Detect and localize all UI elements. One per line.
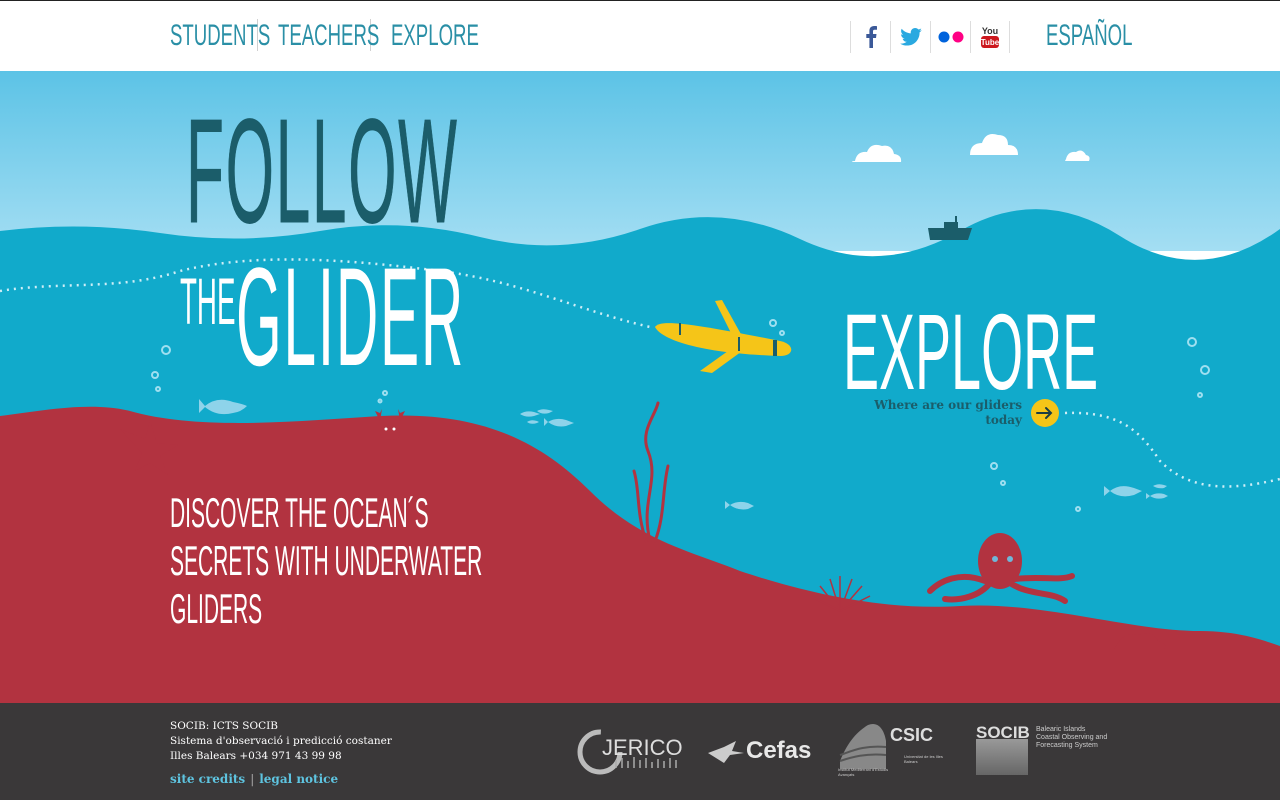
hero-scene: FOLLOW THE GLIDER DISCOVER THE OCEAN´S S… xyxy=(0,71,1280,703)
title-the: THE xyxy=(180,264,236,338)
footer-separator: | xyxy=(250,772,255,786)
socib-logo-text: SOCIB xyxy=(976,723,1030,742)
socib-logo[interactable]: SOCIB Balearic Islands Coastal Observing… xyxy=(976,723,1108,779)
title-follow: FOLLOW xyxy=(186,89,459,254)
twitter-icon[interactable] xyxy=(890,21,930,53)
footer: SOCIB: ICTS SOCIB Sistema d'observació i… xyxy=(0,703,1280,800)
explore-heading[interactable]: EXPLORE xyxy=(843,297,1098,407)
explore-link-text: Where are our gliders xyxy=(874,398,1022,412)
tagline-line: GLIDERS xyxy=(170,585,263,632)
tagline: DISCOVER THE OCEAN´S SECRETS WITH UNDERW… xyxy=(170,489,482,633)
legal-notice-link[interactable]: legal notice xyxy=(259,772,338,786)
uib-text: Universitat de les Illes Balears xyxy=(904,754,943,764)
language-switch-espanol[interactable]: ESPAÑOL xyxy=(1046,19,1186,53)
tagline-line: SECRETS WITH UNDERWATER xyxy=(170,537,483,584)
nav-teachers[interactable]: TEACHERS xyxy=(278,19,379,53)
csic-logo-text: CSIC xyxy=(890,725,934,745)
explore-gliders-link[interactable]: Where are our gliders today xyxy=(860,397,1060,433)
socib-tagline: Balearic Islands Coastal Observing and F… xyxy=(1036,726,1108,749)
svg-text:Tube: Tube xyxy=(981,38,1000,47)
cefas-logo-text: Cefas xyxy=(746,737,812,764)
svg-text:You: You xyxy=(982,26,998,36)
socib-logo-mark xyxy=(976,739,1028,775)
footer-line: SOCIB: ICTS SOCIB xyxy=(170,720,278,732)
youtube-icon[interactable]: You Tube xyxy=(970,21,1010,53)
cefas-logo[interactable]: Cefas xyxy=(706,731,818,771)
footer-links: site credits | legal notice xyxy=(170,772,338,786)
site-credits-link[interactable]: site credits xyxy=(170,772,245,786)
jerico-logo[interactable]: JERICO xyxy=(576,722,686,780)
jerico-logo-text: JERICO xyxy=(602,735,683,760)
footer-line: Illes Balears +034 971 43 99 98 xyxy=(170,750,342,762)
flickr-icon[interactable] xyxy=(930,21,970,53)
facebook-icon[interactable] xyxy=(850,21,890,53)
csic-institute-text: Institut Mediterrani d'Estudis Avançats xyxy=(838,767,889,777)
tagline-line: DISCOVER THE OCEAN´S xyxy=(170,489,429,536)
title-glider: GLIDER xyxy=(236,238,466,395)
partner-logos: JERICO Cefas CSIC Institut Mediterrani d… xyxy=(576,721,1108,781)
footer-address: SOCIB: ICTS SOCIB Sistema d'observació i… xyxy=(170,719,392,764)
main-nav: STUDENTS TEACHERS EXPLORE xyxy=(170,19,479,53)
csic-logo[interactable]: CSIC Institut Mediterrani d'Estudis Avan… xyxy=(838,721,956,781)
nav-students[interactable]: STUDENTS xyxy=(170,19,270,53)
top-bar: STUDENTS TEACHERS EXPLORE You Tube ESPAÑO… xyxy=(0,0,1280,71)
arrow-right-icon[interactable] xyxy=(1031,399,1059,427)
footer-line: Sistema d'observació i predicció costane… xyxy=(170,735,392,747)
social-links: You Tube xyxy=(850,21,1010,53)
explore-link-text: today xyxy=(985,413,1022,427)
nav-explore[interactable]: EXPLORE xyxy=(391,19,479,53)
